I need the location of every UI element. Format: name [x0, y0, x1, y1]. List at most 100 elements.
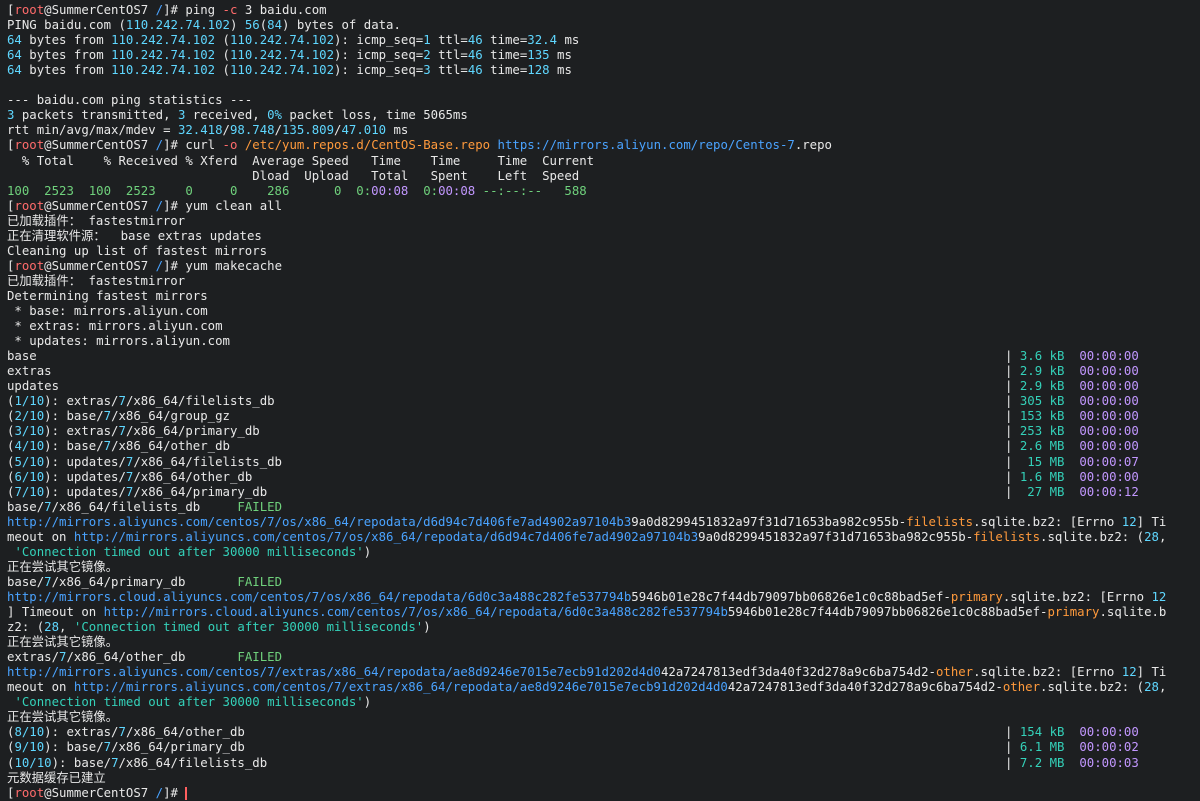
status-segment: [1064, 424, 1079, 438]
text-segment: http://mirrors.cloud.aliyuncs.com/centos…: [103, 605, 728, 619]
text-segment: root: [14, 138, 45, 152]
text-segment: ttl=: [430, 48, 468, 62]
text-segment: 56: [244, 18, 260, 32]
text-segment: 7: [103, 740, 112, 754]
output-line: (3/10): extras/7/x86_64/primary_db: [7, 424, 260, 439]
output-line: 64 bytes from 110.242.74.102 (110.242.74…: [7, 33, 579, 48]
text-segment: .sqlite.bz2: (: [1040, 680, 1145, 694]
status-segment: 00:00:00: [1079, 470, 1139, 484]
text-segment: /x86_64/primary_db: [111, 740, 245, 754]
text-segment: 46: [467, 63, 483, 77]
text-segment: FAILED: [237, 575, 282, 589]
text-segment: /x86_64/other_db: [133, 470, 253, 484]
text-segment: 100 2523 100 2523 0 0 286 0 0:: [7, 184, 372, 198]
text-segment: /etc/yum.repos.d/CentOS-Base.repo: [244, 138, 491, 152]
text-segment: 110.242.74.102: [229, 33, 335, 47]
text-segment: .sqlite.b: [1099, 605, 1167, 619]
text-segment: other: [935, 665, 974, 679]
text-segment: bytes from: [21, 33, 112, 47]
text-cursor[interactable]: [185, 787, 188, 800]
text-segment: /: [155, 199, 164, 213]
download-status: | 2.9 kB 00:00:00: [1005, 379, 1139, 394]
text-segment: base: [7, 349, 37, 363]
text-segment: 3: [423, 63, 431, 77]
download-status: | 153 kB 00:00:00: [1005, 409, 1139, 424]
text-segment: ] Ti: [1136, 515, 1167, 529]
output-line: * base: mirrors.aliyun.com: [7, 304, 207, 319]
text-segment: ): updates/: [44, 485, 126, 499]
text-segment: filelists: [973, 530, 1041, 544]
text-segment: 135: [527, 48, 550, 62]
text-segment: ): extras/: [44, 394, 119, 408]
text-segment: /x86_64/other_db: [111, 439, 230, 453]
output-line: (9/10): base/7/x86_64/primary_db: [7, 740, 245, 755]
text-segment: 12: [1121, 665, 1137, 679]
status-segment: 15 MB: [1019, 455, 1065, 469]
text-segment: 64: [7, 48, 22, 62]
text-segment: ): icmp_seq=: [334, 33, 424, 47]
text-segment: 'Connection timed out after 30000 millis…: [73, 620, 424, 634]
output-line: http://mirrors.aliyuncs.com/centos/7/ext…: [7, 665, 1166, 680]
text-segment: 'Connection timed out after 30000 millis…: [14, 545, 364, 559]
terminal-window[interactable]: [root@SummerCentOS7 /]# ping -c 3 baidu.…: [0, 0, 1200, 801]
text-segment: http://mirrors.aliyuncs.com/centos/7/os/…: [73, 530, 699, 544]
status-segment: 6.1 MB: [1019, 740, 1065, 754]
text-segment: /: [155, 3, 164, 17]
text-segment: (: [215, 33, 230, 47]
output-line: (10/10): base/7/x86_64/filelists_db: [7, 756, 267, 771]
text-segment: (: [215, 48, 230, 62]
output-line: base/7/x86_64/primary_db FAILED: [7, 575, 282, 590]
output-line: 64 bytes from 110.242.74.102 (110.242.74…: [7, 48, 572, 63]
text-segment: 正在尝试其它镜像。: [7, 635, 119, 649]
text-segment: 0%: [267, 108, 282, 122]
text-segment: ): [423, 620, 431, 634]
text-segment: 5946b01e28c7f44db79097bb06826e1c0c88bad5…: [631, 590, 951, 604]
text-segment: 2/10: [14, 409, 45, 423]
text-segment: ttl=: [430, 33, 468, 47]
text-segment: http://mirrors.aliyuncs.com/centos/7/ext…: [7, 665, 661, 679]
text-segment: --- baidu.com ping statistics ---: [7, 93, 253, 107]
text-segment: ms: [549, 63, 572, 77]
status-segment: [1064, 470, 1079, 484]
text-segment: /: [222, 123, 230, 137]
text-segment: http://mirrors.aliyuncs.com/centos/7/os/…: [7, 515, 632, 529]
download-status: | 27 MB 00:00:12: [1005, 485, 1139, 500]
text-segment: ,: [1158, 680, 1167, 694]
status-segment: [1064, 379, 1079, 393]
status-segment: |: [1005, 485, 1020, 499]
text-segment: 28: [1144, 530, 1159, 544]
text-segment: primary: [1047, 605, 1100, 619]
output-line: base: [7, 349, 37, 364]
prompt-line: [root@SummerCentOS7 /]# ping -c 3 baidu.…: [7, 3, 327, 18]
status-segment: 00:00:00: [1079, 439, 1139, 453]
output-line: 已加载插件： fastestmirror: [7, 274, 185, 289]
text-segment: 7: [103, 439, 112, 453]
text-segment: @SummerCentOS7: [44, 199, 156, 213]
output-line: http://mirrors.cloud.aliyuncs.com/centos…: [7, 590, 1166, 605]
text-segment: 5/10: [14, 455, 45, 469]
output-line: 元数据缓存已建立: [7, 771, 106, 786]
status-segment: |: [1005, 740, 1020, 754]
status-segment: |: [1005, 424, 1020, 438]
status-segment: |: [1005, 349, 1020, 363]
text-segment: ): base/: [51, 756, 112, 770]
text-segment: [490, 138, 497, 152]
text-segment: 128: [527, 63, 550, 77]
text-segment: 10/10: [14, 756, 52, 770]
status-segment: 3.6 kB: [1019, 349, 1065, 363]
text-segment: base/: [7, 500, 45, 514]
text-segment: /x86_64/filelists_db: [51, 500, 238, 514]
output-line: PING baidu.com (110.242.74.102) 56(84) b…: [7, 18, 401, 33]
text-segment: ): [363, 545, 372, 559]
text-segment: 00:08: [371, 184, 409, 198]
text-segment: @SummerCentOS7: [44, 3, 156, 17]
status-segment: [1064, 756, 1079, 770]
text-segment: .sqlite.bz2: [Errno: [1002, 590, 1152, 604]
output-line: * updates: mirrors.aliyun.com: [7, 334, 230, 349]
text-segment: /x86_64/group_gz: [111, 409, 230, 423]
status-segment: 7.2 MB: [1019, 756, 1065, 770]
status-segment: 00:00:03: [1079, 756, 1139, 770]
status-segment: |: [1005, 756, 1020, 770]
text-segment: 46: [467, 33, 483, 47]
text-segment: extras: [7, 364, 52, 378]
